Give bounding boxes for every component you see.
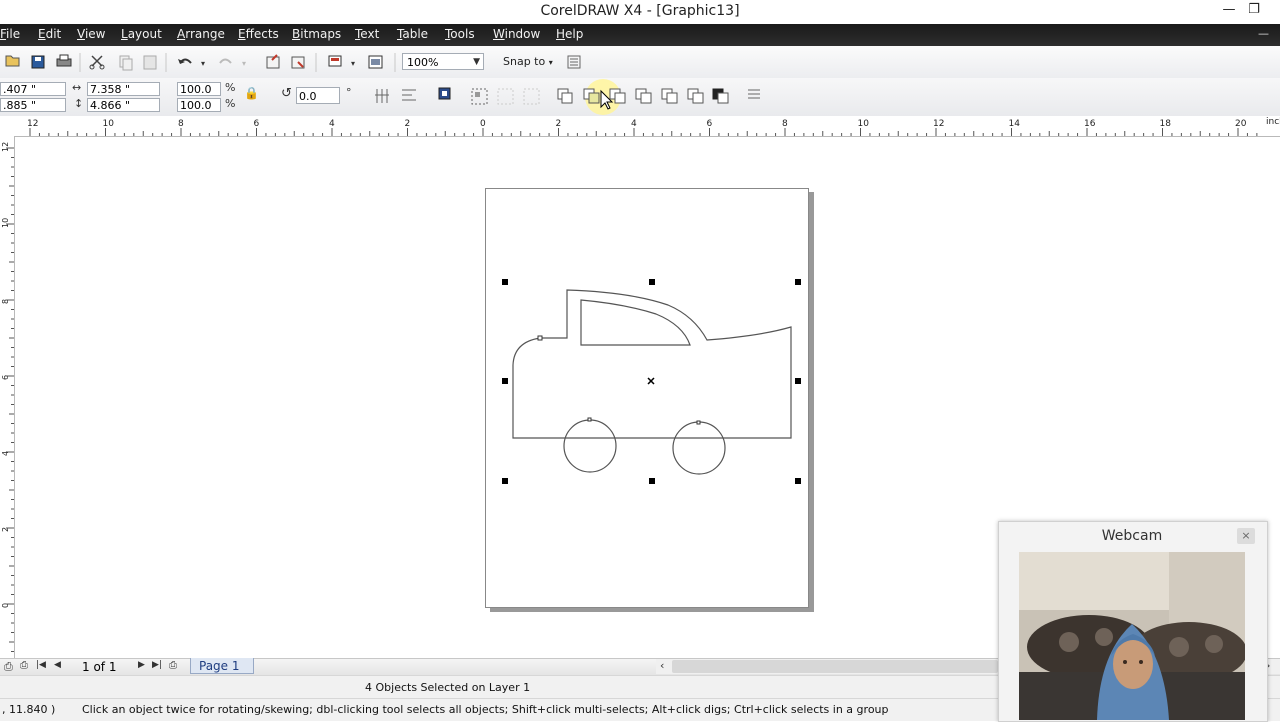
scroll-left-icon[interactable]: ‹ xyxy=(660,659,664,672)
add-page-icon[interactable]: ⎙ xyxy=(4,660,13,674)
front-wheel-shape xyxy=(672,421,726,475)
handle-bottom-right xyxy=(795,478,801,484)
page-count: 1 of 1 xyxy=(82,660,117,674)
handle-top-left xyxy=(502,279,508,285)
horizontal-scroll-thumb[interactable] xyxy=(672,660,998,673)
handle-middle-left xyxy=(502,378,508,384)
previous-page-icon[interactable]: ◀ xyxy=(54,660,61,670)
node-marker-2 xyxy=(587,417,592,422)
rear-wheel-shape xyxy=(563,419,617,473)
last-page-icon[interactable]: ▶| xyxy=(152,660,162,670)
webcam-video xyxy=(1019,552,1245,720)
webcam-video-frame xyxy=(1019,552,1245,720)
car-window-shape xyxy=(580,299,691,346)
handle-bottom-left xyxy=(502,478,508,484)
cursor-coordinates: , 11.840 ) xyxy=(2,703,56,716)
node-marker xyxy=(537,335,543,341)
next-page-icon[interactable]: ▶ xyxy=(138,660,145,670)
tool-hint: Click an object twice for rotating/skewi… xyxy=(82,703,889,716)
first-page-icon[interactable]: |◀ xyxy=(36,660,46,670)
selection-status: 4 Objects Selected on Layer 1 xyxy=(365,681,531,694)
add-page-before-icon[interactable]: ⎙ xyxy=(20,660,28,671)
webcam-close-button[interactable]: × xyxy=(1237,528,1255,544)
add-page-after-icon[interactable]: ⎙ xyxy=(169,660,177,671)
webcam-title: Webcam xyxy=(1101,528,1163,544)
handle-middle-right xyxy=(795,378,801,384)
node-marker-3 xyxy=(696,420,701,425)
page-tab-1[interactable]: Page 1 xyxy=(190,658,254,674)
center-marker-icon xyxy=(647,377,655,385)
handle-top-center xyxy=(649,279,655,285)
handle-top-right xyxy=(795,279,801,285)
handle-bottom-center xyxy=(649,478,655,484)
